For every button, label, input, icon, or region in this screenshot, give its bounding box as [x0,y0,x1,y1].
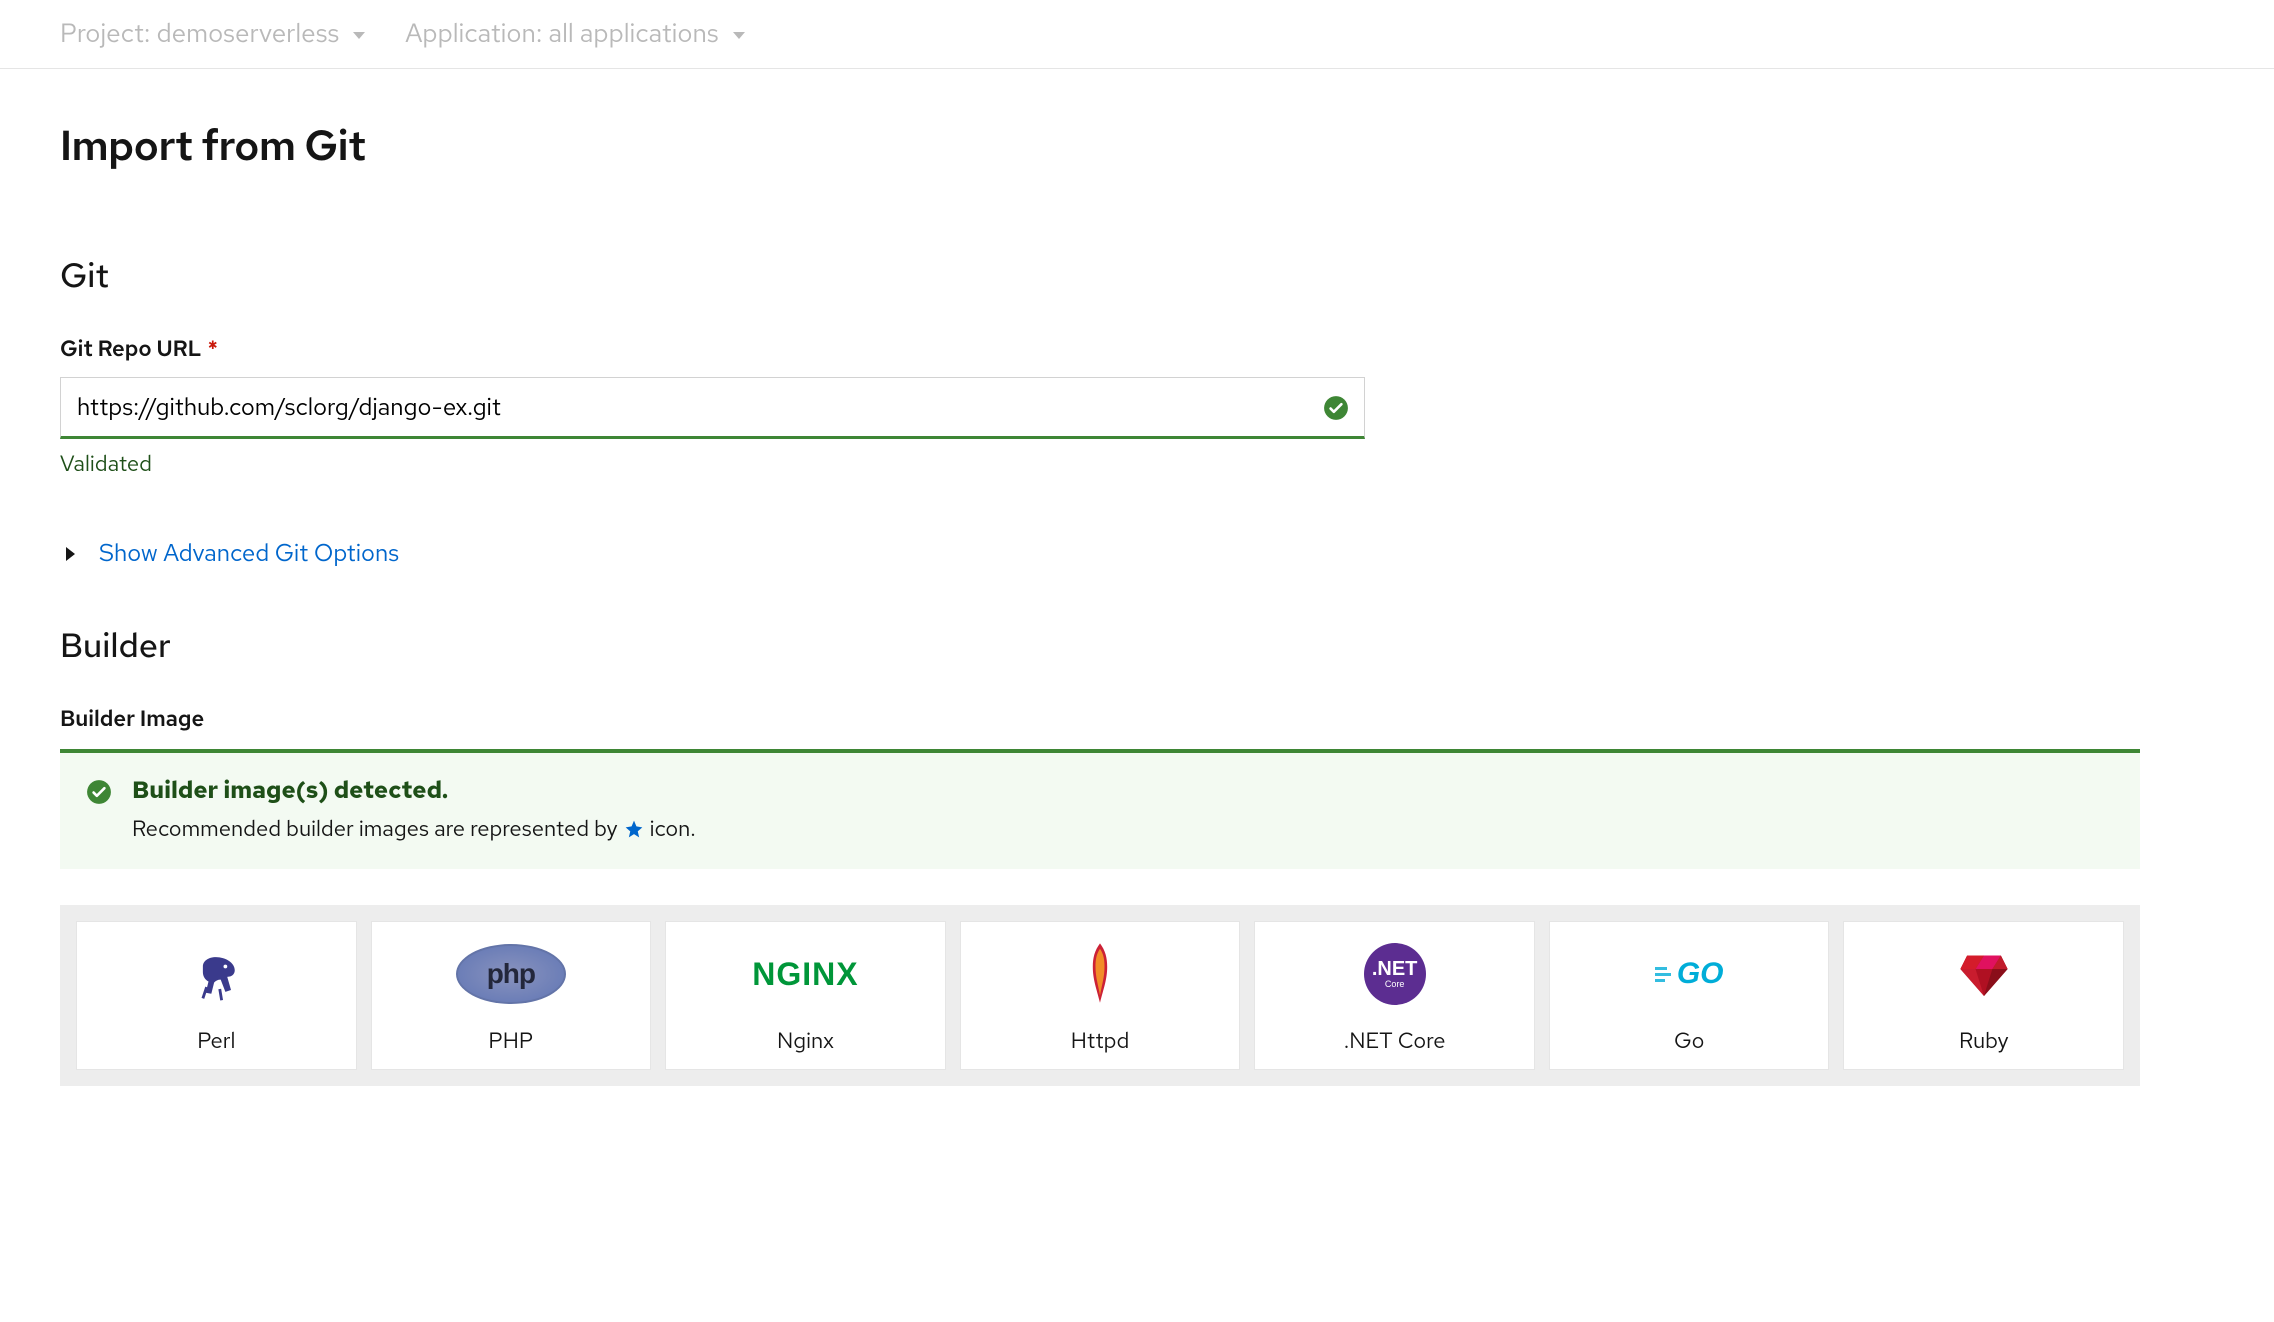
nginx-icon: NGINX [752,944,858,1004]
application-dropdown-label: Application: all applications [405,16,718,50]
application-dropdown[interactable]: Application: all applications [405,16,744,50]
project-dropdown[interactable]: Project: demoserverless [60,16,365,50]
git-url-helper: Validated [60,449,2140,478]
chevron-right-icon [66,547,75,561]
builder-card-dotnet[interactable]: .NET Core .NET Core [1254,921,1535,1070]
php-icon: php [456,944,566,1004]
check-circle-icon [1323,395,1349,421]
alert-body: Builder image(s) detected. Recommended b… [132,775,696,843]
builder-card-label: Go [1674,1026,1704,1055]
builder-card-ruby[interactable]: Ruby [1843,921,2124,1070]
required-asterisk: * [208,334,219,363]
git-section-title: Git [60,253,2140,298]
builder-detected-alert: Builder image(s) detected. Recommended b… [60,749,2140,869]
go-icon: GO [1655,944,1724,1004]
alert-title: Builder image(s) detected. [132,775,696,806]
check-circle-icon [86,779,112,805]
advanced-git-toggle[interactable]: Show Advanced Git Options [60,538,2140,569]
alert-desc-pre: Recommended builder images are represent… [132,814,618,843]
git-url-label-text: Git Repo URL [60,334,202,363]
alert-desc-post: icon. [650,814,696,843]
builder-card-perl[interactable]: Perl [76,921,357,1070]
git-url-input-wrap [60,377,1365,439]
builder-section-title: Builder [60,623,2140,668]
builder-card-httpd[interactable]: Httpd [960,921,1241,1070]
httpd-icon [1082,944,1118,1004]
builder-card-label: .NET Core [1344,1026,1446,1055]
alert-description: Recommended builder images are represent… [132,814,696,843]
caret-down-icon [733,32,745,39]
star-icon [624,819,644,839]
perl-icon [186,944,246,1004]
project-dropdown-label: Project: demoserverless [60,16,339,50]
builder-card-label: Nginx [777,1026,834,1055]
builder-card-go[interactable]: GO Go [1549,921,1830,1070]
git-url-label: Git Repo URL* [60,334,2140,363]
builder-card-nginx[interactable]: NGINX Nginx [665,921,946,1070]
builder-card-php[interactable]: php PHP [371,921,652,1070]
advanced-git-link: Show Advanced Git Options [99,538,399,569]
git-url-input[interactable] [60,377,1365,439]
page-title: Import from Git [60,117,2140,173]
ruby-icon [1957,944,2011,1004]
caret-down-icon [353,32,365,39]
dotnet-icon: .NET Core [1364,944,1426,1004]
builder-image-grid: Perl php PHP NGINX Nginx Httpd [60,905,2140,1086]
builder-card-label: PHP [488,1026,533,1055]
top-context-bar: Project: demoserverless Application: all… [0,0,2274,69]
builder-card-label: Httpd [1071,1026,1130,1055]
page-content: Import from Git Git Git Repo URL* Valida… [0,69,2200,1126]
builder-image-label: Builder Image [60,704,2140,733]
builder-card-label: Ruby [1959,1026,2009,1055]
builder-card-label: Perl [197,1026,235,1055]
